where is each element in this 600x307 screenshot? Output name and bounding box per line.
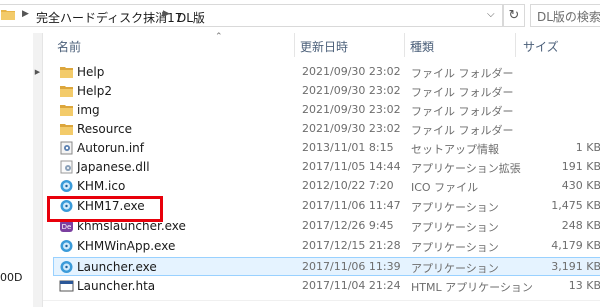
dll-icon (60, 160, 73, 174)
khm-icon (60, 261, 73, 273)
file-row[interactable]: KHMWinApp.exe 2017/12/15 21:28 アプリケーション … (53, 236, 600, 255)
column-divider[interactable] (404, 33, 405, 57)
folder-icon (60, 124, 73, 135)
file-date: 2017/11/04 21:24 (302, 279, 401, 292)
file-size: 248 KB (561, 219, 600, 232)
file-type: HTML アプリケーション (411, 281, 533, 294)
svg-text:De: De (62, 223, 72, 231)
file-name: Help (77, 65, 105, 79)
breadcrumb-separator-icon[interactable]: ▶ (22, 9, 29, 19)
file-type: アプリケーション (411, 241, 499, 254)
file-date: 2017/11/06 11:39 (302, 260, 401, 273)
file-size: 191 KB (561, 160, 600, 173)
file-name: Help2 (77, 84, 112, 98)
file-type: アプリケーション (411, 221, 499, 234)
file-type: ファイル フォルダー (411, 86, 514, 99)
file-type: ファイル フォルダー (411, 105, 514, 118)
file-date: 2017/12/26 9:45 (302, 219, 394, 232)
divider (43, 300, 600, 301)
chevron-right-icon: ▶ (34, 68, 41, 76)
column-size[interactable]: サイズ (523, 38, 559, 55)
sort-ascending-icon: ⌃ (215, 32, 223, 42)
column-divider[interactable] (515, 33, 516, 57)
file-row[interactable]: Autorun.inf 2013/11/01 8:15 セットアップ情報 1 K… (53, 138, 600, 157)
breadcrumb-current[interactable]: DL版 (177, 9, 205, 26)
folder-icon (1, 10, 15, 20)
file-type: ファイル フォルダー (411, 124, 514, 137)
breadcrumb-separator-icon[interactable]: ▶ (163, 9, 170, 19)
breadcrumb-parent[interactable]: 完全ハードディスク抹消17 (36, 9, 182, 26)
file-size: 3,191 KB (551, 260, 600, 273)
file-row-selected[interactable]: Launcher.exe 2017/11/06 11:39 アプリケーション 3… (53, 257, 600, 276)
file-size: 430 KB (561, 179, 600, 192)
file-name: img (77, 103, 100, 117)
file-date: 2012/10/22 7:20 (302, 179, 394, 192)
highlight-annotation (47, 196, 163, 222)
file-date: 2017/12/15 21:28 (302, 239, 401, 252)
file-date: 2017/11/05 14:44 (302, 160, 401, 173)
file-row[interactable]: Launcher.hta 2017/11/04 21:24 HTML アプリケー… (53, 276, 600, 295)
file-name: KHM.ico (77, 179, 126, 193)
file-size: 4,179 KB (551, 239, 600, 252)
chevron-down-icon[interactable]: ⌵ (487, 9, 495, 20)
folder-icon (60, 67, 73, 78)
column-type[interactable]: 種類 (410, 38, 434, 55)
column-date[interactable]: 更新日時 (300, 38, 348, 55)
address-bar[interactable]: ▶ 完全ハードディスク抹消17 ▶ DL版 ⌵ (0, 4, 503, 27)
file-date: 2021/09/30 23:02 (302, 103, 401, 116)
address-row: ▶ 完全ハードディスク抹消17 ▶ DL版 ⌵ ↻ DL版の検索 (0, 0, 600, 32)
file-type: ICO ファイル (411, 181, 479, 194)
file-type: アプリケーション (411, 201, 499, 214)
file-row[interactable]: Japanese.dll 2017/11/05 14:44 アプリケーション拡張… (53, 157, 600, 176)
search-input[interactable]: DL版の検索 (530, 4, 600, 27)
khm-icon (60, 180, 73, 192)
file-row[interactable]: img 2021/09/30 23:02 ファイル フォルダー (53, 100, 600, 119)
file-name: Launcher.hta (77, 279, 156, 293)
file-row[interactable]: Help2 2021/09/30 23:02 ファイル フォルダー (53, 81, 600, 100)
file-name: KHMWinApp.exe (77, 239, 176, 253)
file-type: アプリケーション (411, 262, 499, 275)
file-type: アプリケーション拡張 (411, 162, 521, 175)
file-name: Launcher.exe (77, 260, 157, 274)
file-size: 1,475 KB (551, 199, 600, 212)
file-row[interactable]: KHM.ico 2012/10/22 7:20 ICO ファイル 430 KB (53, 176, 600, 195)
folder-icon (60, 86, 73, 97)
file-date: 2013/11/01 8:15 (302, 141, 394, 154)
file-name: Resource (77, 122, 133, 136)
file-date: 2021/09/30 23:02 (302, 122, 401, 135)
file-name: Japanese.dll (77, 160, 150, 174)
column-name[interactable]: 名前 (57, 38, 81, 55)
file-date: 2017/11/06 11:47 (302, 199, 401, 212)
file-date: 2021/09/30 23:02 (302, 84, 401, 97)
file-type: セットアップ情報 (411, 143, 499, 156)
khm-icon (60, 240, 73, 252)
refresh-button[interactable]: ↻ (503, 4, 525, 27)
setup-info-icon (60, 141, 73, 155)
file-type: ファイル フォルダー (411, 67, 514, 80)
column-header: ⌃ 名前 更新日時 種類 サイズ (43, 32, 600, 57)
hta-icon (59, 280, 74, 292)
refresh-icon: ↻ (508, 8, 520, 23)
file-row[interactable]: Resource 2021/09/30 23:02 ファイル フォルダー (53, 119, 600, 138)
file-name: Autorun.inf (77, 141, 144, 155)
column-divider[interactable] (294, 33, 295, 57)
file-size: 13 KB (568, 279, 600, 292)
file-date: 2021/09/30 23:02 (302, 65, 401, 78)
file-size: 1 KB (575, 141, 600, 154)
file-row[interactable]: Help 2021/09/30 23:02 ファイル フォルダー (53, 62, 600, 81)
folder-icon (60, 105, 73, 116)
nav-item-label[interactable]: 00D (0, 271, 22, 284)
